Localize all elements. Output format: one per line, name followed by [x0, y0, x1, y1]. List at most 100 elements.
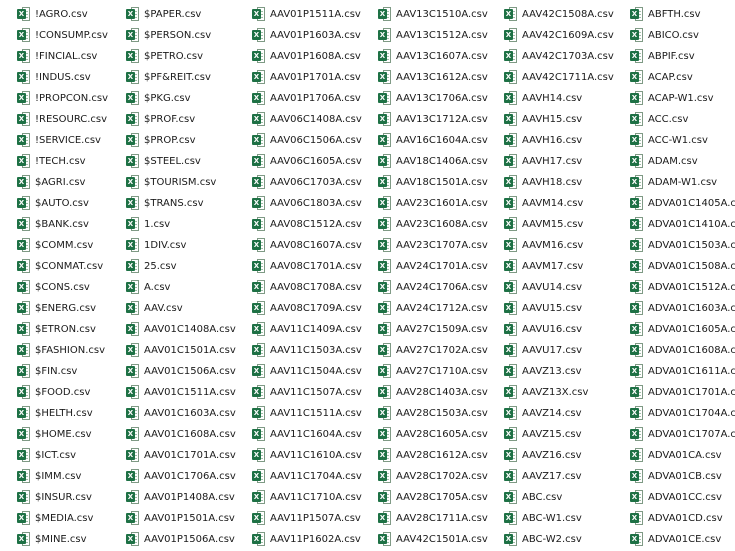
file-name: ADVA01C1605A.csv: [648, 324, 735, 335]
file-name: $ICT.csv: [35, 450, 77, 461]
excel-csv-file-icon: X: [126, 154, 140, 169]
file-name: AAV11C1503A.csv: [270, 345, 362, 356]
file-name: AAV28C1403A.csv: [396, 387, 488, 398]
excel-csv-file-icon: X: [630, 280, 644, 295]
excel-csv-file-icon: X: [17, 511, 31, 526]
excel-csv-file-icon: X: [504, 511, 518, 526]
excel-csv-file-icon: X: [252, 427, 266, 442]
excel-csv-file-icon: X: [17, 448, 31, 463]
excel-csv-file-icon: X: [504, 532, 518, 547]
excel-csv-file-icon: X: [17, 133, 31, 148]
file-name: $HELTH.csv: [35, 408, 93, 419]
file-name: AAV23C1707A.csv: [396, 240, 488, 251]
file-name: AAVM17.csv: [522, 261, 584, 272]
excel-csv-file-icon: X: [378, 7, 392, 22]
file-name: AAV01C1706A.csv: [144, 471, 236, 482]
file-name: ADVA01C1508A.csv: [648, 261, 735, 272]
file-name: AAV13C1706A.csv: [396, 93, 488, 104]
excel-csv-file-icon: X: [378, 70, 392, 85]
file-name: AAVU16.csv: [522, 324, 583, 335]
excel-csv-file-icon: X: [630, 301, 644, 316]
excel-csv-file-icon: X: [252, 343, 266, 358]
excel-csv-file-icon: X: [126, 7, 140, 22]
file-name: $STEEL.csv: [144, 156, 201, 167]
file-name: 25.csv: [144, 261, 177, 272]
file-name: ABFTH.csv: [648, 9, 701, 20]
excel-csv-file-icon: X: [126, 343, 140, 358]
file-name: AAV11C1504A.csv: [270, 366, 362, 377]
excel-csv-file-icon: X: [252, 70, 266, 85]
excel-csv-file-icon: X: [378, 322, 392, 337]
file-name: AAV11C1704A.csv: [270, 471, 362, 482]
file-name: AAV24C1701A.csv: [396, 261, 488, 272]
file-name: ADVA01C1701A.csv: [648, 387, 735, 398]
excel-csv-file-icon: X: [17, 280, 31, 295]
file-name: !FINCIAL.csv: [35, 51, 98, 62]
excel-csv-file-icon: X: [126, 133, 140, 148]
file-name: AAV08C1607A.csv: [270, 240, 362, 251]
file-name: !PROPCON.csv: [35, 93, 109, 104]
file-name: ADVA01CC.csv: [648, 492, 722, 503]
file-name: $AGRI.csv: [35, 177, 86, 188]
excel-csv-file-icon: X: [126, 406, 140, 421]
file-name: AAVH16.csv: [522, 135, 583, 146]
excel-csv-file-icon: X: [17, 49, 31, 64]
excel-csv-file-icon: X: [252, 301, 266, 316]
file-name: ADVA01C1503A.csv: [648, 240, 735, 251]
file-name: AAV42C1609A.csv: [522, 30, 614, 41]
file-name: AAV01P1501A.csv: [144, 513, 235, 524]
file-name: AAV01P1506A.csv: [144, 534, 235, 545]
excel-csv-file-icon: X: [252, 133, 266, 148]
file-name: AAV42C1703A.csv: [522, 51, 614, 62]
file-name: AAV28C1503A.csv: [396, 408, 488, 419]
file-name: AAV11C1507A.csv: [270, 387, 362, 398]
excel-csv-file-icon: X: [252, 511, 266, 526]
file-list-view: X !AGRO.csv X !CONSUMP.csv X !FINCIAL.csv X !IN…: [0, 0, 735, 551]
excel-csv-file-icon: X: [17, 406, 31, 421]
file-name: ACC.csv: [648, 114, 689, 125]
file-name: $PF&REIT.csv: [144, 72, 211, 83]
excel-csv-file-icon: X: [126, 364, 140, 379]
file-name: AAV11C1710A.csv: [270, 492, 362, 503]
excel-csv-file-icon: X: [252, 217, 266, 232]
excel-csv-file-icon: X: [630, 196, 644, 211]
file-name: ACC-W1.csv: [648, 135, 708, 146]
excel-csv-file-icon: X: [504, 490, 518, 505]
excel-csv-file-icon: X: [630, 427, 644, 442]
excel-csv-file-icon: X: [17, 217, 31, 232]
file-name: $PROF.csv: [144, 114, 196, 125]
excel-csv-file-icon: X: [504, 301, 518, 316]
excel-csv-file-icon: X: [378, 196, 392, 211]
file-name: AAV06C1506A.csv: [270, 135, 362, 146]
file-name: AAV24C1706A.csv: [396, 282, 488, 293]
file-name: AAV13C1510A.csv: [396, 9, 488, 20]
file-name: AAV13C1612A.csv: [396, 72, 488, 83]
excel-csv-file-icon: X: [630, 364, 644, 379]
excel-csv-file-icon: X: [504, 322, 518, 337]
file-name: AAV11P1602A.csv: [270, 534, 361, 545]
excel-csv-file-icon: X: [504, 217, 518, 232]
file-name: 1.csv: [144, 219, 171, 230]
excel-csv-file-icon: X: [252, 385, 266, 400]
excel-csv-file-icon: X: [504, 175, 518, 190]
file-name: !SERVICE.csv: [35, 135, 101, 146]
file-name: $INSUR.csv: [35, 492, 92, 503]
excel-csv-file-icon: X: [630, 112, 644, 127]
excel-csv-file-icon: X: [126, 175, 140, 190]
excel-csv-file-icon: X: [504, 238, 518, 253]
excel-csv-file-icon: X: [630, 28, 644, 43]
file-name: AAV01C1511A.csv: [144, 387, 236, 398]
file-name: AAVM15.csv: [522, 219, 584, 230]
excel-csv-file-icon: X: [504, 154, 518, 169]
file-name: AAV27C1710A.csv: [396, 366, 488, 377]
excel-csv-file-icon: X: [17, 70, 31, 85]
excel-csv-file-icon: X: [630, 511, 644, 526]
excel-csv-file-icon: X: [17, 259, 31, 274]
excel-csv-file-icon: X: [378, 364, 392, 379]
excel-csv-file-icon: X: [504, 259, 518, 274]
excel-csv-file-icon: X: [504, 385, 518, 400]
excel-csv-file-icon: X: [17, 343, 31, 358]
excel-csv-file-icon: X: [378, 385, 392, 400]
file-name: ADVA01C1611A.csv: [648, 366, 735, 377]
file-name: $ETRON.csv: [35, 324, 96, 335]
